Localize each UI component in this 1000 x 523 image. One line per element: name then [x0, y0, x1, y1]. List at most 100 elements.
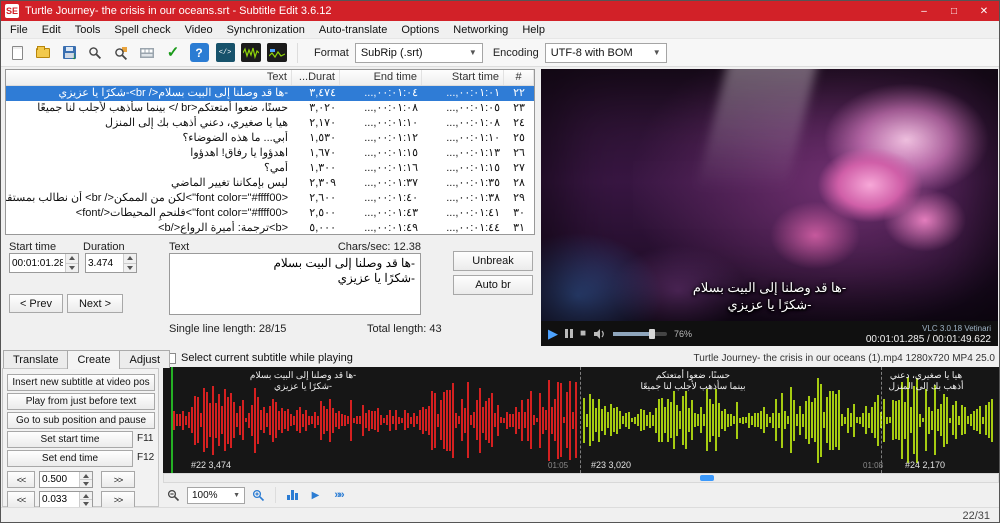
frame-value-field[interactable]	[39, 491, 93, 508]
menu-tools[interactable]: Tools	[68, 21, 108, 38]
zoom-in-button[interactable]	[249, 486, 268, 504]
menu-spell-check[interactable]: Spell check	[107, 21, 177, 38]
zoom-level-select[interactable]: 100% ▼	[187, 486, 245, 504]
insert-subtitle-button[interactable]: Insert new subtitle at video pos	[7, 374, 155, 391]
frame-forward-button[interactable]: >>	[101, 491, 135, 508]
table-row[interactable]: أبي... ما هذه الضوضاء؟ ١,٥٣٠ ...,٠٠:٠١:١…	[6, 131, 534, 146]
time-ruler-label: 01:05	[548, 461, 569, 470]
waveform-canvas[interactable]: -ها قد وصلنا إلى البيت بسلام -شكرًا يا ع…	[163, 367, 999, 473]
spectrogram-button[interactable]	[283, 486, 302, 504]
unbreak-button[interactable]: Unbreak	[453, 251, 533, 271]
table-row[interactable]: -ها قد وصلنا إلى البيت بسلام</ br>-شكرًا…	[6, 86, 534, 101]
start-time-input[interactable]	[10, 254, 65, 272]
duration-input[interactable]	[86, 254, 123, 272]
auto-br-button[interactable]: Auto br	[453, 275, 533, 295]
tab-adjust[interactable]: Adjust	[119, 350, 171, 368]
close-icon[interactable]: ✕	[969, 1, 999, 21]
video-player[interactable]: -ها قد وصلنا إلى البيت بسلام -شكرًا يا ع…	[541, 69, 998, 321]
waveform-scrollbar[interactable]	[163, 473, 999, 483]
scrollbar-thumb[interactable]	[700, 475, 714, 481]
zoom-out-button[interactable]	[164, 486, 183, 504]
table-row[interactable]: <font color="#ffff00">فلنحمِ المحيطات</f…	[6, 206, 534, 221]
step-value-stepper[interactable]	[79, 472, 92, 487]
row-number: ٢٩	[513, 192, 525, 204]
encoding-select[interactable]: UTF-8 with BOM ▼	[544, 42, 667, 63]
open-file-button[interactable]	[31, 41, 55, 65]
menu-auto-translate[interactable]: Auto-translate	[312, 21, 394, 38]
menu-file[interactable]: File	[3, 21, 35, 38]
volume-slider[interactable]	[613, 328, 668, 339]
step-forward-button[interactable]: >>	[101, 471, 135, 488]
row-number: ٢٧	[513, 162, 525, 174]
check-icon: ✓	[166, 44, 180, 61]
header-number[interactable]: #	[504, 70, 534, 85]
tab-create[interactable]: Create	[67, 350, 121, 369]
duration-field[interactable]	[85, 253, 137, 273]
subtitle-list[interactable]: Text ...Durat End time Start time # -ها …	[5, 69, 535, 235]
step-value-field[interactable]	[39, 471, 93, 488]
next-button[interactable]: Next >	[67, 294, 123, 313]
set-start-time-button[interactable]: Set start time	[7, 431, 133, 448]
source-view-button[interactable]: </>	[213, 41, 237, 65]
help-button[interactable]: ?	[187, 41, 211, 65]
start-time-stepper[interactable]	[65, 254, 78, 272]
menu-video[interactable]: Video	[178, 21, 220, 38]
set-end-time-button[interactable]: Set end time	[7, 450, 133, 467]
row-start: ...,٠٠:٠١:٣٥	[446, 177, 500, 189]
menu-help[interactable]: Help	[515, 21, 552, 38]
go-to-sub-position-button[interactable]: Go to sub position and pause	[7, 412, 155, 429]
volume-percent: 76%	[674, 328, 693, 339]
tab-translate[interactable]: Translate	[3, 350, 69, 368]
menu-edit[interactable]: Edit	[35, 21, 68, 38]
segment-boundary[interactable]	[580, 367, 581, 473]
row-end: ...,٠٠:٠١:٠٨	[364, 102, 418, 114]
row-start: ...,٠٠:٠١:٤١	[446, 207, 500, 219]
frame-back-button[interactable]: <<	[7, 491, 35, 508]
header-end-time[interactable]: End time	[340, 70, 422, 85]
pause-icon[interactable]	[565, 329, 573, 338]
minimize-icon[interactable]: –	[909, 1, 939, 21]
header-start-time[interactable]: Start time	[422, 70, 504, 85]
frame-value-input[interactable]	[40, 492, 79, 507]
play-before-text-button[interactable]: Play from just before text	[7, 393, 155, 410]
maximize-icon[interactable]: □	[939, 1, 969, 21]
table-row[interactable]: أمي؟ ١,٣٠٠ ...,٠٠:٠١:١٦ ...,٠٠:٠١:١٥ ٢٧	[6, 161, 534, 176]
table-row[interactable]: اهدؤوا يا رفاق! اهدؤوا ١,٦٧٠ ...,٠٠:٠١:١…	[6, 146, 534, 161]
table-row[interactable]: حسنًا، ضعوا أمتعتكم<br /> بينما سأذهب لأ…	[6, 101, 534, 116]
toggle-waveform-button[interactable]	[239, 41, 263, 65]
menu-synchronization[interactable]: Synchronization	[220, 21, 312, 38]
new-file-button[interactable]	[5, 41, 29, 65]
find-button[interactable]	[83, 41, 107, 65]
visual-sync-button[interactable]	[135, 41, 159, 65]
subtitle-text-input[interactable]: -ها قد وصلنا إلى البيت بسلام -شكرًا يا ع…	[169, 253, 421, 315]
table-row[interactable]: هيا يا صغيري، دعني أذهب بك إلى المنزل ٢,…	[6, 116, 534, 131]
row-end: ...,٠٠:٠١:٣٧	[364, 177, 418, 189]
header-duration[interactable]: ...Durat	[292, 70, 340, 85]
frame-value-stepper[interactable]	[79, 492, 92, 507]
save-button[interactable]: ↓	[57, 41, 81, 65]
table-row[interactable]: <b>ترجمة: أميرة الرواع</b> ٥,٠٠٠ ...,٠٠:…	[6, 221, 534, 234]
text-label: Text	[169, 241, 190, 253]
start-time-field[interactable]	[9, 253, 79, 273]
stop-icon[interactable]: ■	[580, 328, 586, 339]
menu-options[interactable]: Options	[394, 21, 446, 38]
prev-button[interactable]: < Prev	[9, 294, 63, 313]
play-icon[interactable]: ▶	[548, 327, 558, 340]
header-text[interactable]: Text	[6, 70, 292, 85]
row-end: ...,٠٠:٠١:١٠	[364, 117, 418, 129]
table-row[interactable]: ليس بإمكاننا تغيير الماضي ٢,٣٠٩ ...,٠٠:٠…	[6, 176, 534, 191]
row-end: ...,٠٠:٠١:١٦	[364, 162, 418, 174]
menu-networking[interactable]: Networking	[446, 21, 515, 38]
toggle-video-button[interactable]	[265, 41, 289, 65]
speaker-icon[interactable]	[593, 328, 606, 340]
step-value-input[interactable]	[40, 472, 79, 487]
spell-check-button[interactable]: ✓	[161, 41, 185, 65]
format-select[interactable]: SubRip (.srt) ▼	[354, 42, 483, 63]
chevron-down-icon: ▼	[652, 48, 661, 57]
duration-stepper[interactable]	[123, 254, 136, 272]
table-row[interactable]: <font color="#ffff00">لكن من الممكن</ br…	[6, 191, 534, 206]
fast-forward-button[interactable]: »»	[329, 486, 348, 504]
play-selection-button[interactable]: ▶	[306, 486, 325, 504]
replace-button[interactable]	[109, 41, 133, 65]
step-back-button[interactable]: <<	[7, 471, 35, 488]
